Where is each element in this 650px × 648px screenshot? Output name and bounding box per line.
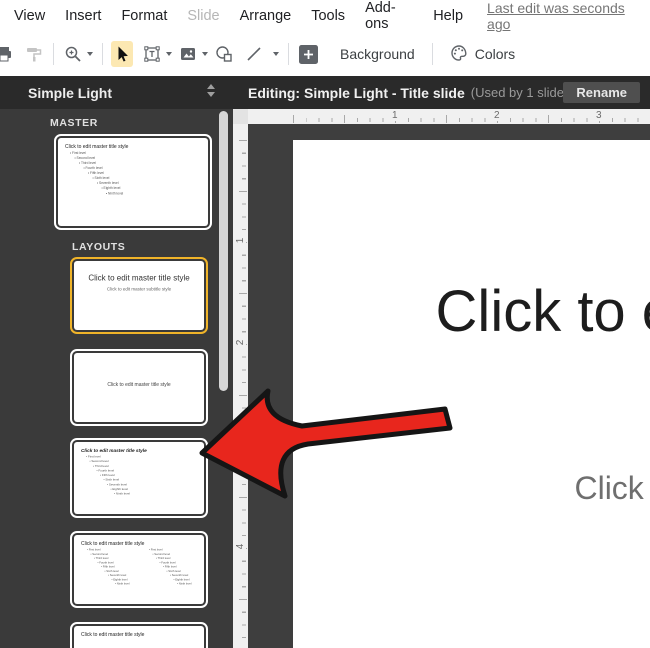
layouts-section-label: LAYOUTS	[72, 241, 125, 253]
menu-item[interactable]: Insert	[55, 8, 111, 24]
layout-thumbnail-section-header[interactable]: Click to edit master title style	[70, 349, 208, 426]
master-section-label: MASTER	[50, 117, 98, 129]
menu-item[interactable]: Format	[111, 8, 177, 24]
ruler-corner	[233, 109, 248, 124]
paint-format-button[interactable]	[23, 41, 45, 67]
master-editor-header: Simple Light Editing: Simple Light - Tit…	[0, 76, 650, 109]
editing-title: Editing: Simple Light - Title slide	[248, 85, 465, 101]
master-slide-thumbnail[interactable]: Click to edit master title style First l…	[54, 134, 212, 230]
colors-button[interactable]: Colors	[439, 40, 526, 69]
print-icon	[0, 45, 13, 63]
last-edit-link[interactable]: Last edit was seconds ago	[487, 0, 650, 32]
toolbar: Background Colors	[0, 32, 650, 76]
select-tool-button[interactable]	[111, 41, 133, 67]
text-box-dropdown-caret[interactable]	[166, 52, 172, 56]
menu-bar: ViewInsertFormatSlideArrangeToolsAdd-ons…	[0, 0, 650, 32]
layout-thumbnail-title-only[interactable]: Click to edit master title style	[70, 622, 208, 648]
thumb-title-text: Click to edit master title style	[81, 632, 197, 638]
slide-canvas[interactable]: Click to edit master title style Click t…	[293, 140, 650, 648]
line-icon	[245, 45, 263, 63]
menu-item[interactable]: Arrange	[230, 8, 302, 24]
menu-item[interactable]: Help	[423, 8, 473, 24]
background-button-label: Background	[340, 46, 415, 62]
palette-icon	[450, 44, 468, 65]
thumb-subtitle-text: Click to edit master subtitle style	[74, 287, 204, 292]
toolbar-divider	[432, 43, 433, 65]
horizontal-ruler: 123	[233, 109, 650, 124]
layout-thumbnail-title-and-body[interactable]: Click to edit master title style First l…	[70, 438, 208, 518]
image-icon	[179, 45, 197, 63]
image-dropdown-caret[interactable]	[202, 52, 208, 56]
theme-panel: MASTER Click to edit master title style …	[0, 109, 233, 648]
thumb-title-text: Click to edit master title style	[74, 382, 204, 388]
select-cursor-icon	[113, 45, 131, 63]
zoom-dropdown-caret[interactable]	[87, 52, 93, 56]
menu-list: ViewInsertFormatSlideArrangeToolsAdd-ons…	[0, 0, 473, 32]
thumb-title-text: Click to edit master title style	[65, 144, 201, 150]
insert-placeholder-icon	[299, 45, 318, 64]
layout-thumbnail-title-slide[interactable]: Click to edit master title style Click t…	[70, 257, 208, 334]
menu-item[interactable]: View	[4, 8, 55, 24]
background-button[interactable]: Background	[329, 42, 426, 66]
line-tool-button[interactable]	[243, 41, 265, 67]
thumb-title-text: Click to edit master title style	[79, 274, 199, 283]
toolbar-divider	[53, 43, 54, 65]
text-box-icon	[143, 45, 161, 63]
thumb-bullet-list: First levelSecond levelThird levelFourth…	[70, 151, 208, 196]
thumb-bullet-list-left: First levelSecond levelThird levelFourth…	[87, 548, 142, 586]
insert-image-button[interactable]	[177, 41, 199, 67]
print-button[interactable]	[0, 41, 15, 67]
layout-thumbnail-two-columns[interactable]: Click to edit master title style First l…	[70, 531, 208, 608]
line-dropdown-caret[interactable]	[273, 52, 279, 56]
thumb-title-text: Click to edit master title style	[81, 541, 197, 547]
thumb-bullet-list-right: First levelSecond levelThird levelFourth…	[149, 548, 204, 586]
insert-placeholder-button[interactable]	[297, 41, 319, 67]
paint-format-icon	[25, 45, 43, 63]
theme-name: Simple Light	[28, 76, 112, 109]
colors-button-label: Colors	[475, 46, 515, 62]
zoom-icon	[64, 45, 82, 63]
menu-item[interactable]: Add-ons	[355, 0, 423, 32]
thumb-bullet-list: First levelSecond levelThird levelFourth…	[86, 455, 204, 497]
menu-item[interactable]: Slide	[177, 8, 229, 24]
master-subtitle-placeholder[interactable]: Click to edit master subtitle style	[293, 470, 650, 507]
google-slides-master-editor: ViewInsertFormatSlideArrangeToolsAdd-ons…	[0, 0, 650, 648]
master-title-placeholder[interactable]: Click to edit master title style	[293, 278, 650, 345]
used-by-count: (Used by 1 slide)	[471, 85, 569, 100]
shape-icon	[215, 45, 233, 63]
thumb-title-text: Click to edit master title style	[81, 448, 197, 454]
vertical-ruler: 1234	[233, 124, 248, 648]
zoom-button[interactable]	[62, 41, 84, 67]
theme-spinner-icon[interactable]	[207, 84, 215, 97]
text-box-button[interactable]	[141, 41, 163, 67]
panel-scrollbar[interactable]	[219, 111, 228, 391]
toolbar-divider	[288, 43, 289, 65]
shape-button[interactable]	[213, 41, 235, 67]
slide-work-area: Click to edit master title style Click t…	[233, 109, 650, 648]
menu-item[interactable]: Tools	[301, 8, 355, 24]
rename-button[interactable]: Rename	[563, 82, 640, 103]
toolbar-divider	[102, 43, 103, 65]
